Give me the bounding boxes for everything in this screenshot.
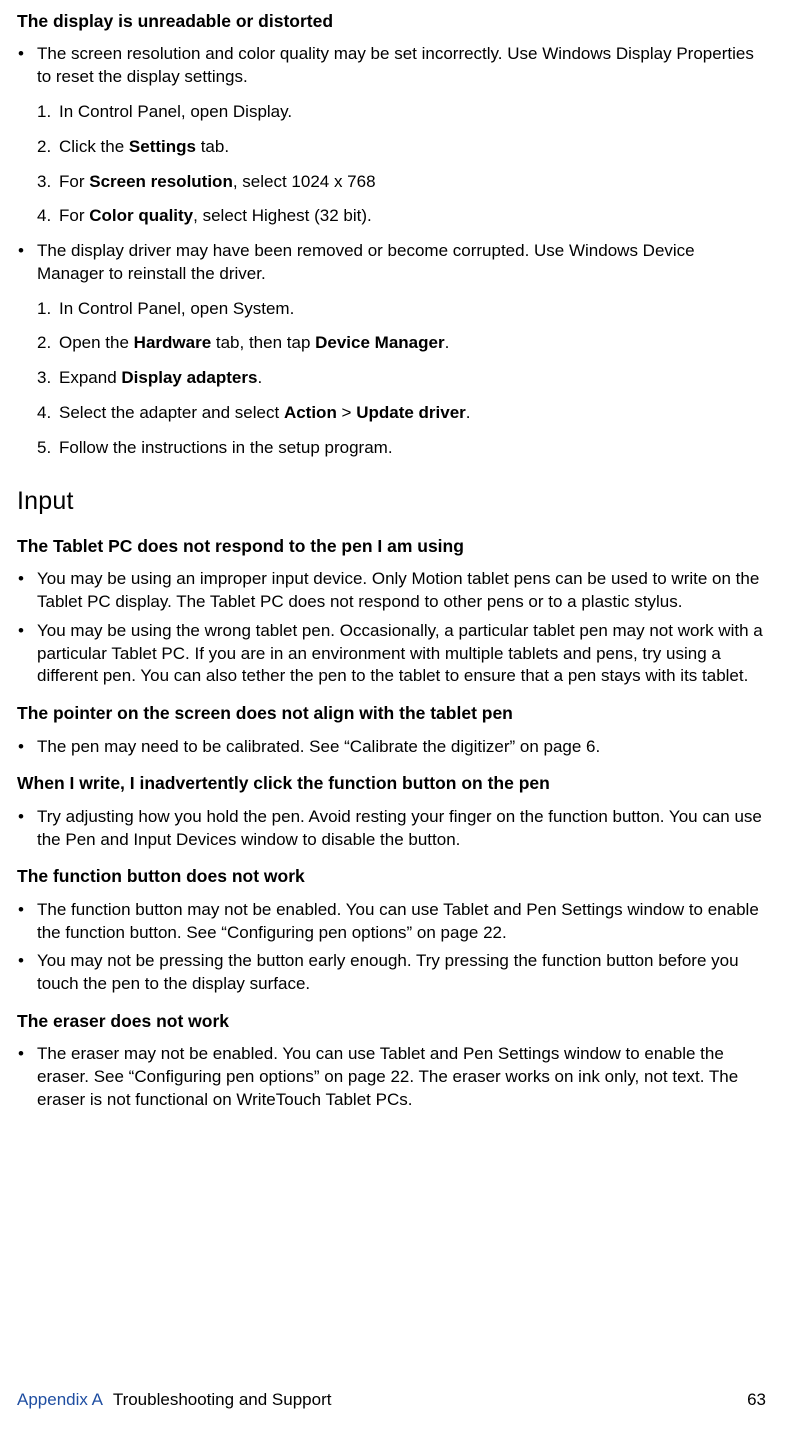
body-text: Click the — [59, 137, 129, 156]
step: For Color quality, select Highest (32 bi… — [37, 205, 766, 228]
issue-heading-function-button-click: When I write, I inadvertently click the … — [17, 772, 766, 795]
issue5-bullets: The function button may not be enabled. … — [17, 899, 766, 996]
body-text: In Control Panel, open Display. — [59, 102, 292, 121]
issue1-bullets: The screen resolution and color quality … — [17, 43, 766, 459]
bullet-text: The function button may not be enabled. … — [17, 899, 766, 945]
bullet-text: You may not be pressing the button early… — [17, 950, 766, 996]
issue6-bullets: The eraser may not be enabled. You can u… — [17, 1043, 766, 1111]
issue2-bullets: You may be using an improper input devic… — [17, 568, 766, 688]
bold-text: Action — [284, 403, 337, 422]
issue4-bullets: Try adjusting how you hold the pen. Avoi… — [17, 806, 766, 852]
steps-device-manager: In Control Panel, open System. Open the … — [37, 298, 766, 460]
step: In Control Panel, open System. — [37, 298, 766, 321]
body-text: tab. — [196, 137, 229, 156]
issue-heading-eraser: The eraser does not work — [17, 1010, 766, 1033]
body-text: You may not be pressing the button early… — [37, 951, 739, 993]
footer-appendix: Appendix A — [17, 1390, 102, 1409]
body-text: Follow the instructions in the setup pro… — [59, 438, 393, 457]
body-text: , select 1024 x 768 — [233, 172, 376, 191]
bullet-text: The display driver may have been removed… — [17, 240, 766, 459]
step: In Control Panel, open Display. — [37, 101, 766, 124]
bullet-text: You may be using an improper input devic… — [17, 568, 766, 614]
page-footer: Appendix A Troubleshooting and Support 6… — [17, 1389, 766, 1412]
body-text: For — [59, 172, 89, 191]
body-text: > — [337, 403, 356, 422]
bullet-text: The pen may need to be calibrated. See “… — [17, 736, 766, 759]
bullet-text: The eraser may not be enabled. You can u… — [17, 1043, 766, 1111]
body-text: You may be using an improper input devic… — [37, 569, 759, 611]
body-text: Expand — [59, 368, 121, 387]
body-text: Try adjusting how you hold the pen. Avoi… — [37, 807, 762, 849]
body-text: The screen resolution and color quality … — [37, 44, 754, 86]
body-text: Select the adapter and select — [59, 403, 284, 422]
body-text: The display driver may have been removed… — [37, 241, 695, 283]
section-heading-input: Input — [17, 485, 766, 519]
body-text: For — [59, 206, 89, 225]
body-text: . — [257, 368, 262, 387]
step: Click the Settings tab. — [37, 136, 766, 159]
page-number: 63 — [747, 1389, 766, 1412]
body-text: tab, then tap — [211, 333, 315, 352]
bold-text: Update driver — [356, 403, 466, 422]
body-text: The function button may not be enabled. … — [37, 900, 759, 942]
step: Follow the instructions in the setup pro… — [37, 437, 766, 460]
issue-heading-function-button-notwork: The function button does not work — [17, 865, 766, 888]
body-text: Open the — [59, 333, 134, 352]
body-text: , select Highest (32 bit). — [193, 206, 372, 225]
footer-title: Troubleshooting and Support — [113, 1390, 332, 1409]
footer-left: Appendix A Troubleshooting and Support — [17, 1389, 331, 1412]
bold-text: Display adapters — [121, 368, 257, 387]
step: Open the Hardware tab, then tap Device M… — [37, 332, 766, 355]
body-text: . — [445, 333, 450, 352]
bold-text: Color quality — [89, 206, 193, 225]
bold-text: Hardware — [134, 333, 211, 352]
issue-heading-pointer-align: The pointer on the screen does not align… — [17, 702, 766, 725]
step: For Screen resolution, select 1024 x 768 — [37, 171, 766, 194]
steps-display-properties: In Control Panel, open Display. Click th… — [37, 101, 766, 228]
bullet-text: You may be using the wrong tablet pen. O… — [17, 620, 766, 688]
step: Expand Display adapters. — [37, 367, 766, 390]
body-text: You may be using the wrong tablet pen. O… — [37, 621, 763, 686]
bold-text: Screen resolution — [89, 172, 233, 191]
bullet-text: The screen resolution and color quality … — [17, 43, 766, 228]
step: Select the adapter and select Action > U… — [37, 402, 766, 425]
body-text: In Control Panel, open System. — [59, 299, 294, 318]
issue3-bullets: The pen may need to be calibrated. See “… — [17, 736, 766, 759]
bullet-text: Try adjusting how you hold the pen. Avoi… — [17, 806, 766, 852]
body-text: The pen may need to be calibrated. See “… — [37, 737, 600, 756]
body-text: . — [466, 403, 471, 422]
issue-heading-pen-no-respond: The Tablet PC does not respond to the pe… — [17, 535, 766, 558]
body-text: The eraser may not be enabled. You can u… — [37, 1044, 738, 1109]
bold-text: Device Manager — [315, 333, 444, 352]
bold-text: Settings — [129, 137, 196, 156]
issue-heading-display-unreadable: The display is unreadable or distorted — [17, 10, 766, 33]
